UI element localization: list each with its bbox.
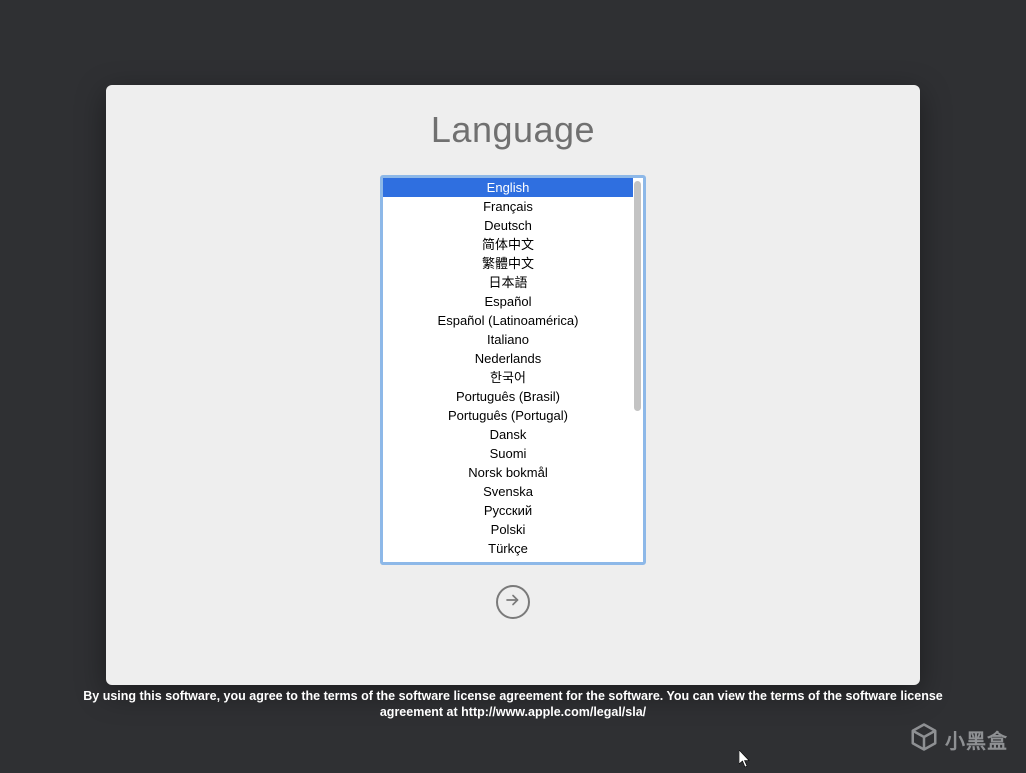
language-option[interactable]: Norsk bokmål <box>383 463 633 482</box>
watermark: 小黑盒 <box>909 722 1008 757</box>
language-option[interactable]: Русский <box>383 501 633 520</box>
language-option[interactable]: 한국어 <box>383 368 633 387</box>
license-footer: By using this software, you agree to the… <box>0 688 1026 721</box>
language-option[interactable]: Polski <box>383 520 633 539</box>
watermark-label: 小黑盒 <box>945 725 1008 754</box>
page-title: Language <box>431 109 595 151</box>
language-option[interactable]: Dansk <box>383 425 633 444</box>
language-option[interactable]: 简体中文 <box>383 235 633 254</box>
language-listbox[interactable]: EnglishFrançaisDeutsch简体中文繁體中文日本語Español… <box>380 175 646 565</box>
language-option[interactable]: 日本語 <box>383 273 633 292</box>
arrow-right-circle-icon <box>504 591 522 614</box>
language-option[interactable]: English <box>383 178 633 197</box>
language-option[interactable]: Svenska <box>383 482 633 501</box>
continue-button[interactable] <box>496 585 530 619</box>
language-option[interactable]: Português (Portugal) <box>383 406 633 425</box>
language-option[interactable]: 繁體中文 <box>383 254 633 273</box>
watermark-cube-icon <box>909 722 939 757</box>
language-option[interactable]: Italiano <box>383 330 633 349</box>
setup-panel: Language EnglishFrançaisDeutsch简体中文繁體中文日… <box>106 85 920 685</box>
language-option[interactable]: Español (Latinoamérica) <box>383 311 633 330</box>
language-option[interactable]: Türkçe <box>383 539 633 558</box>
language-option[interactable]: Português (Brasil) <box>383 387 633 406</box>
language-option[interactable]: Suomi <box>383 444 633 463</box>
scrollbar-thumb[interactable] <box>634 181 641 411</box>
mouse-cursor-icon <box>739 750 751 768</box>
language-option[interactable]: Español <box>383 292 633 311</box>
language-option[interactable]: Nederlands <box>383 349 633 368</box>
language-option[interactable]: Français <box>383 197 633 216</box>
language-option[interactable]: Deutsch <box>383 216 633 235</box>
